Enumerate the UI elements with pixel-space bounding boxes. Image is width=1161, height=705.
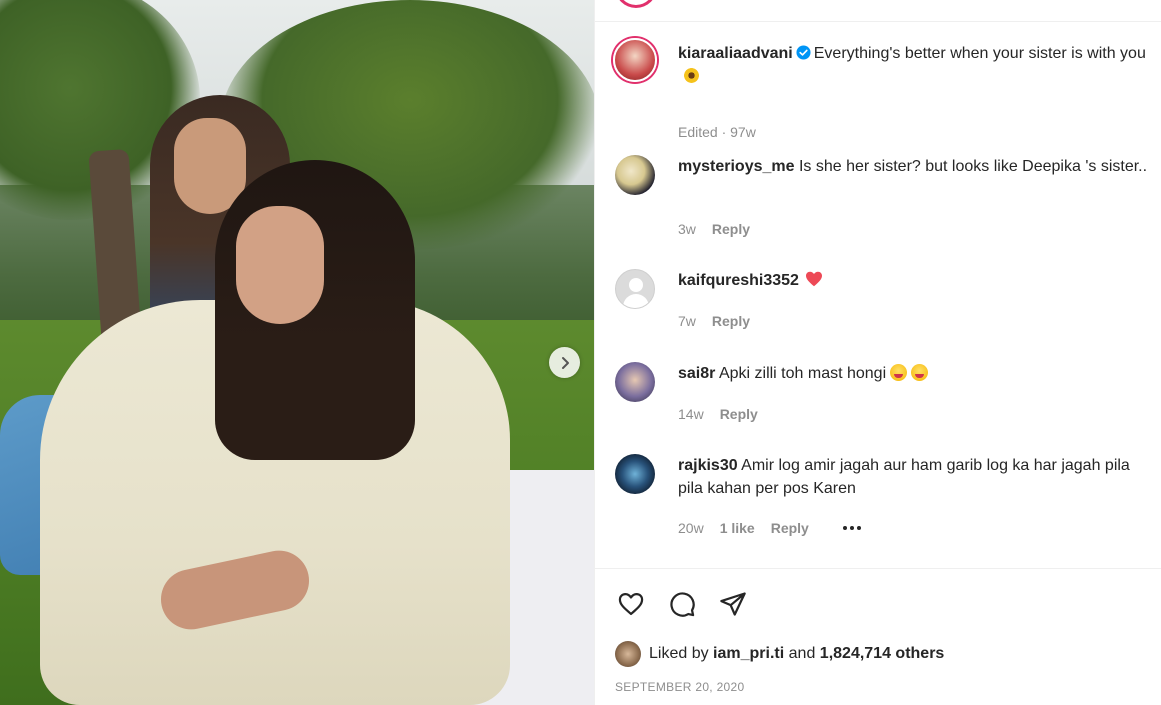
reply-button[interactable]: Reply xyxy=(771,520,809,536)
comment-age: 3w xyxy=(678,221,696,237)
comment-body: Amir log amir jagah aur ham garib log ka… xyxy=(678,457,1130,497)
comment-item: sai8r Apki zilli toh mast hongi 14w Repl… xyxy=(615,362,1155,422)
comment-meta: 14w Reply xyxy=(678,406,758,422)
comment-button[interactable] xyxy=(666,588,698,620)
commenter-avatar[interactable] xyxy=(615,269,655,309)
likes-count-link[interactable]: 1,824,714 others xyxy=(820,645,945,663)
heart-icon xyxy=(618,592,644,616)
comment-age: 14w xyxy=(678,406,704,422)
comment-body: Apki zilli toh mast hongi xyxy=(718,365,887,382)
commenter-username[interactable]: mysterioys_me xyxy=(678,158,795,175)
comment-age: 20w xyxy=(678,520,704,536)
comment-item: rajkis30 Amir log amir jagah aur ham gar… xyxy=(615,454,1155,544)
action-icons xyxy=(615,588,749,620)
comment-icon xyxy=(670,592,695,617)
post-side-panel: kiaraaliaadvani Everything's better when … xyxy=(594,0,1161,705)
like-button[interactable] xyxy=(615,588,647,620)
comment-text: sai8r Apki zilli toh mast hongi xyxy=(678,362,1148,385)
verified-badge-icon xyxy=(796,45,811,60)
comment-item: kaifqureshi3352 7w Reply xyxy=(615,269,1155,329)
comment-text: mysterioys_me Is she her sister? but loo… xyxy=(678,155,1148,178)
likes-and: and xyxy=(788,645,816,662)
default-avatar-icon xyxy=(629,278,643,292)
chevron-right-icon xyxy=(561,356,569,369)
header-avatar[interactable] xyxy=(615,0,657,8)
commenter-username[interactable]: rajkis30 xyxy=(678,457,738,474)
liked-by-user[interactable]: iam_pri.ti xyxy=(713,645,784,663)
comment-meta: 7w Reply xyxy=(678,313,750,329)
liked-by-avatar[interactable] xyxy=(615,641,641,667)
author-avatar[interactable] xyxy=(613,38,657,82)
comment-meta: 20w 1 like Reply xyxy=(678,520,861,536)
caption-row: kiaraaliaadvani Everything's better when … xyxy=(613,38,1158,140)
commenter-avatar[interactable] xyxy=(615,155,655,195)
default-avatar-body xyxy=(623,294,649,308)
laughing-emoji-icon xyxy=(890,364,908,381)
comment-likes-button[interactable]: 1 like xyxy=(720,520,755,536)
comment-body: Is she her sister? but looks like Deepik… xyxy=(798,158,1148,175)
comment-text: kaifqureshi3352 xyxy=(678,269,1148,292)
caption-text: kiaraaliaadvani Everything's better when … xyxy=(678,42,1158,88)
send-icon xyxy=(720,592,746,616)
commenter-username[interactable]: sai8r xyxy=(678,365,715,382)
comments-list[interactable]: kiaraaliaadvani Everything's better when … xyxy=(595,22,1161,568)
commenter-avatar[interactable] xyxy=(615,454,655,494)
likes-prefix: Liked by xyxy=(649,645,709,662)
caption-meta: Edited · 97w xyxy=(678,124,756,140)
share-button[interactable] xyxy=(717,588,749,620)
caption-body: Everything's better when your sister is … xyxy=(813,45,1146,62)
comment-item: mysterioys_me Is she her sister? but loo… xyxy=(615,155,1155,237)
laughing-emoji-icon xyxy=(911,364,929,381)
red-heart-emoji-icon xyxy=(805,271,822,287)
reply-button[interactable]: Reply xyxy=(720,406,758,422)
reply-button[interactable]: Reply xyxy=(712,313,750,329)
post-photo xyxy=(0,0,594,705)
comment-age: 7w xyxy=(678,313,696,329)
sunflower-icon xyxy=(684,68,699,83)
comment-text: rajkis30 Amir log amir jagah aur ham gar… xyxy=(678,454,1148,500)
caption-edited-time: Edited · 97w xyxy=(678,124,756,140)
commenter-avatar[interactable] xyxy=(615,362,655,402)
post-actions: Liked by iam_pri.ti and 1,824,714 others… xyxy=(595,568,1161,705)
commenter-username[interactable]: kaifqureshi3352 xyxy=(678,272,799,289)
author-username[interactable]: kiaraaliaadvani xyxy=(678,45,793,62)
photo-face-right xyxy=(236,206,324,324)
likes-summary: Liked by iam_pri.ti and 1,824,714 others xyxy=(615,641,944,667)
post-date[interactable]: SEPTEMBER 20, 2020 xyxy=(615,680,744,694)
comment-meta: 3w Reply xyxy=(678,221,750,237)
post-header-strip xyxy=(595,0,1161,22)
more-options-icon[interactable] xyxy=(842,526,861,530)
photo-person-right xyxy=(215,160,415,460)
next-image-button[interactable] xyxy=(549,347,580,378)
reply-button[interactable]: Reply xyxy=(712,221,750,237)
